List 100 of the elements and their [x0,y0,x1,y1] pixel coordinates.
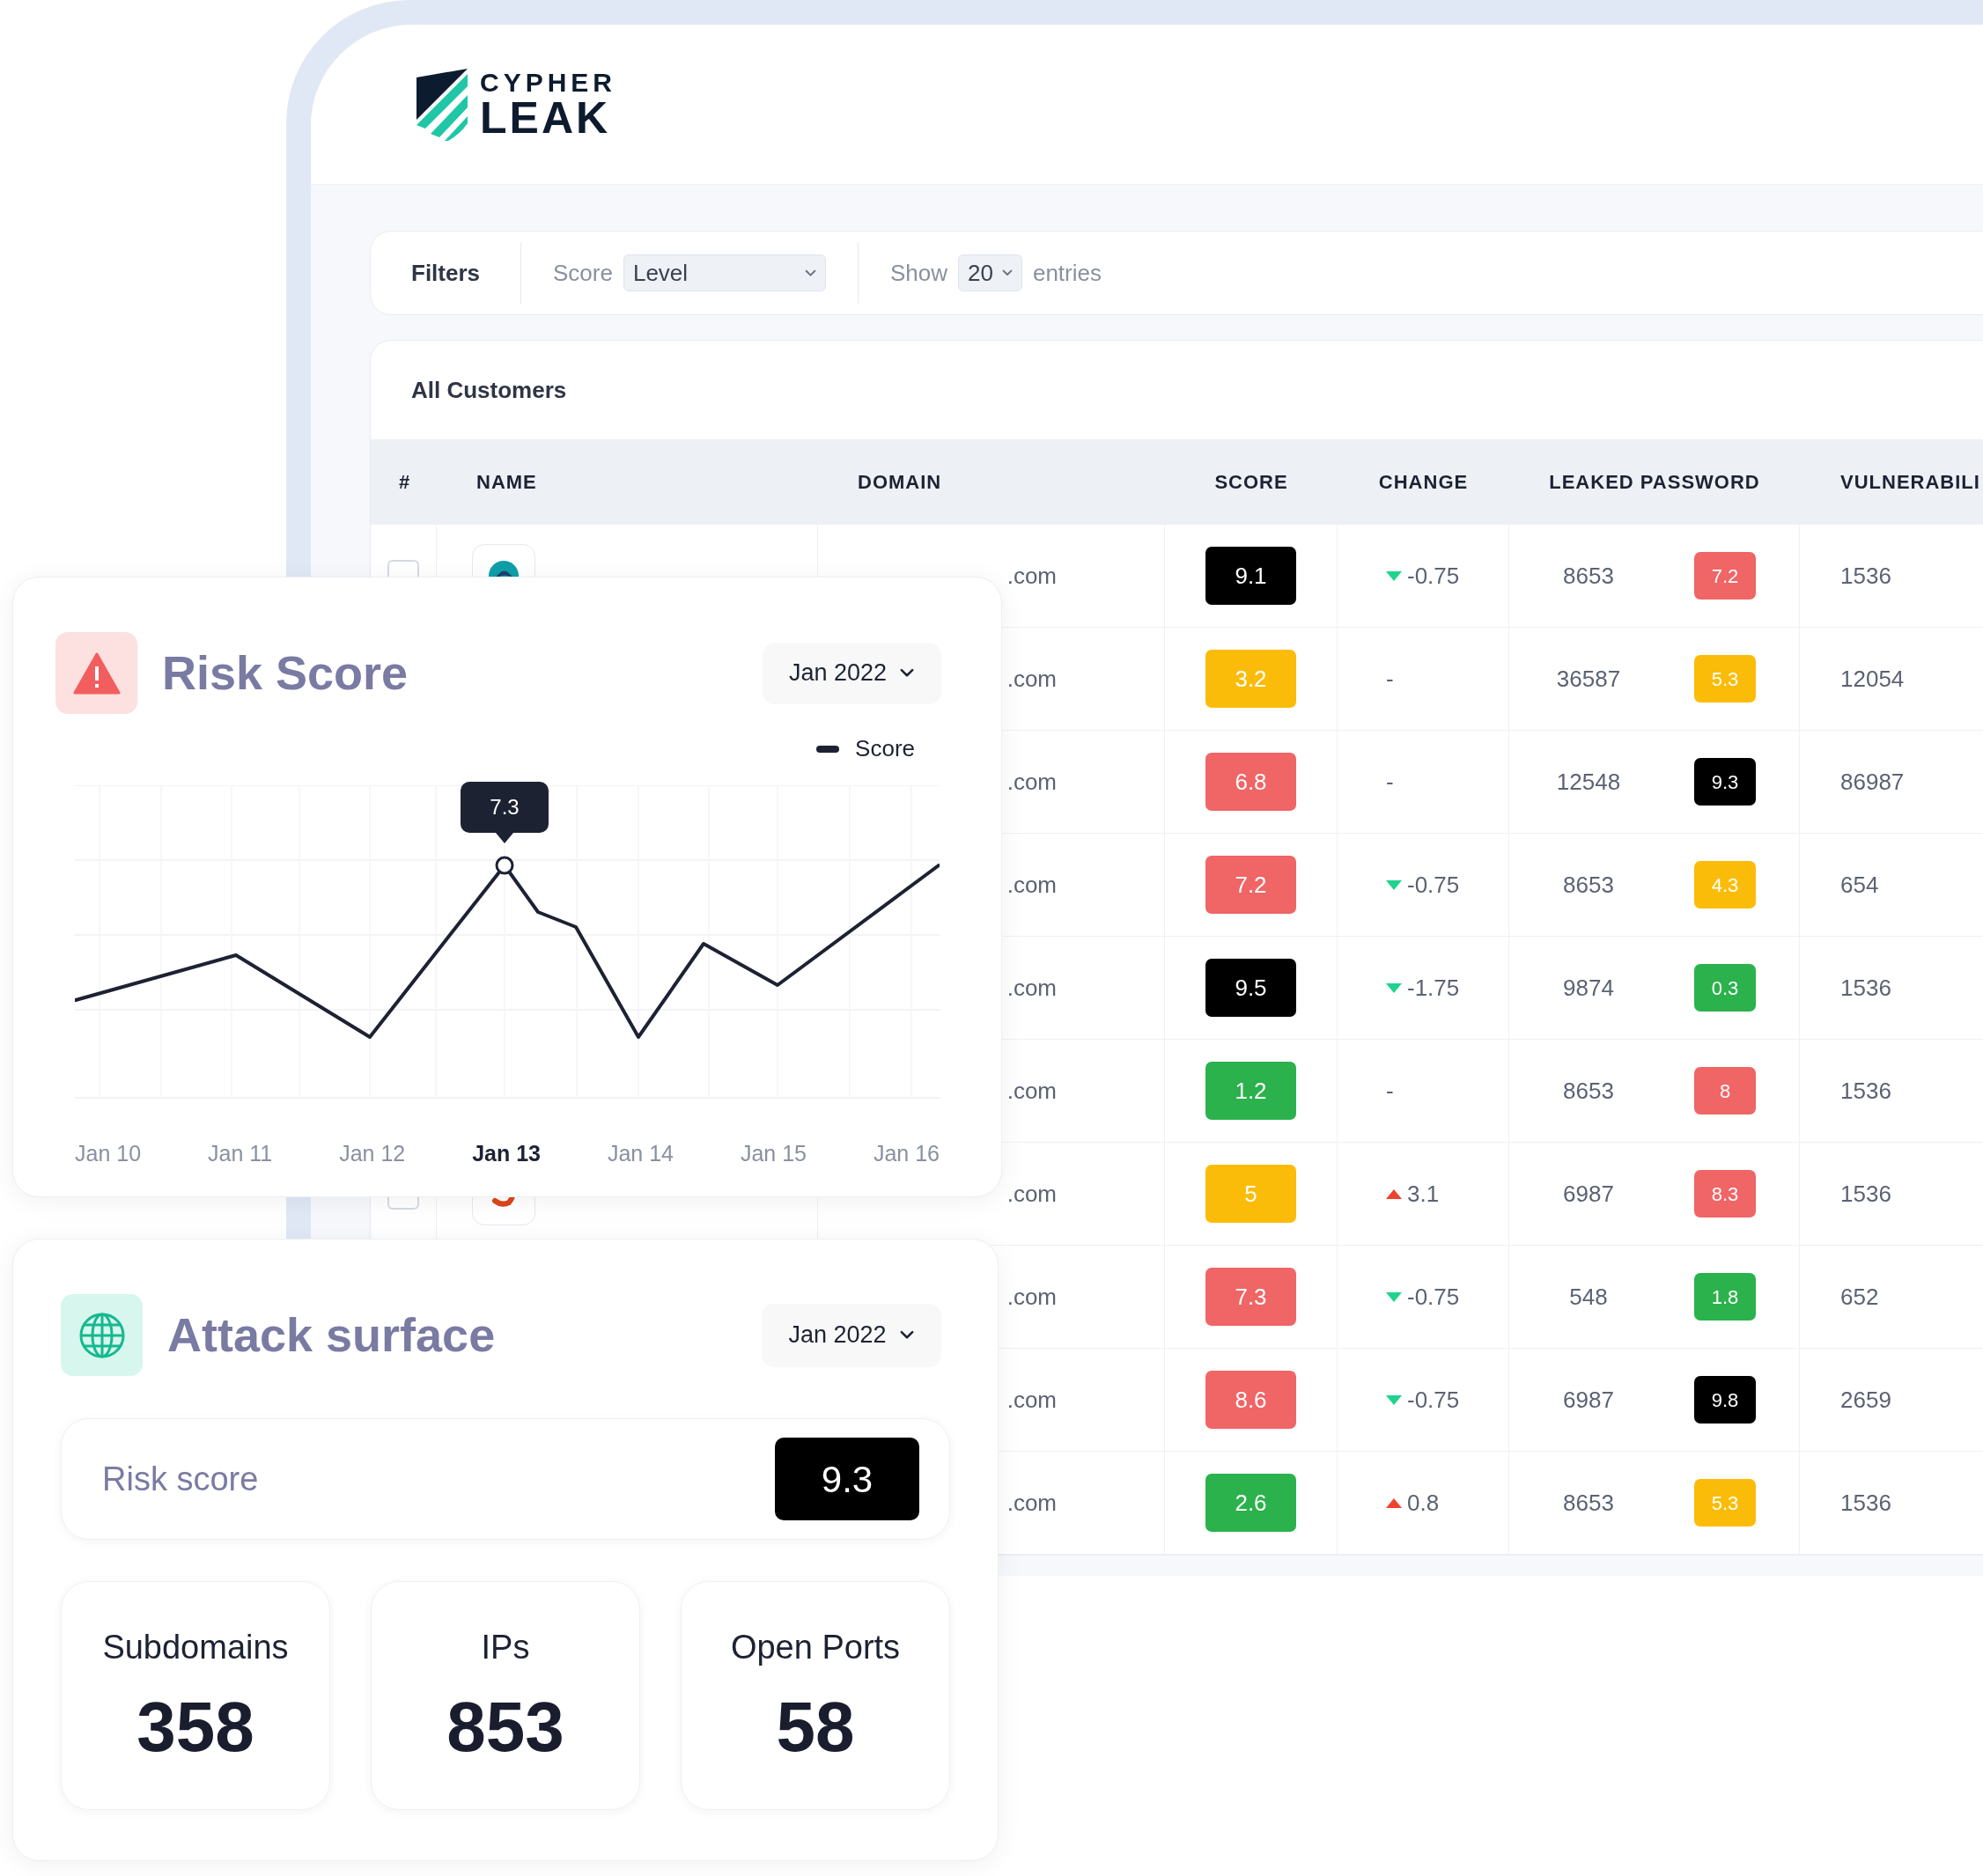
entries-label: entries [1032,258,1102,288]
chart-tooltip: 7.3 [461,782,549,833]
logo-text: LEAK [480,95,612,140]
vulnerability-count: 86987 [1840,767,1905,797]
vulnerability-count: 1536 [1840,1488,1891,1518]
axis-label: Jan 12 [339,1140,406,1167]
score-badge: 7.2 [1694,552,1756,600]
triangle-up-icon [1386,1497,1402,1508]
show-label: Show [889,258,947,288]
change-value: -0.75 [1407,870,1460,900]
leaked-count: 8653 [1562,870,1615,900]
stat-label: IPs [481,1628,530,1667]
score-badge: 9.3 [1694,758,1756,806]
leaked-count: 548 [1568,1282,1609,1312]
score-badge: 0.3 [1694,964,1756,1012]
stat-value: 358 [136,1692,254,1762]
triangle-down-icon [1386,570,1402,581]
leaked-count: 9874 [1562,973,1615,1003]
score-badge: 4.3 [1694,861,1756,909]
domain-text: .com [1006,664,1057,694]
triangle-down-icon [1386,982,1402,993]
vulnerability-count: 652 [1840,1282,1879,1312]
vulnerability-count: 654 [1840,870,1879,900]
filters-label: Filters [410,258,482,288]
domain-text: .com [1006,1076,1057,1106]
leaked-count: 36587 [1555,664,1622,694]
axis-label: Jan 15 [740,1140,807,1167]
vulnerability-count: 1536 [1840,1076,1891,1106]
warning-icon [55,632,137,714]
score-badge: 7.3 [1205,1268,1296,1326]
score-select[interactable]: Level [623,254,826,291]
score-badge: 7.2 [1205,856,1296,914]
score-badge: 9.5 [1205,959,1296,1017]
domain-text: .com [1006,1385,1057,1415]
triangle-up-icon [1386,1188,1402,1199]
stat-value: 853 [446,1692,564,1762]
score-badge: 5.3 [1694,1479,1756,1527]
change-value: 3.1 [1407,1179,1440,1209]
risk-score-label: Risk score [102,1459,259,1499]
score-badge: 9.8 [1694,1376,1756,1424]
stat-label: Open Ports [730,1628,901,1667]
column-header: NAME [475,470,538,495]
change-value: - [1386,767,1394,797]
domain-text: .com [1006,1488,1057,1518]
vulnerability-count: 12054 [1840,664,1905,694]
chevron-down-icon [804,269,816,277]
period-dropdown[interactable]: Jan 2022 [762,1303,941,1367]
entries-select[interactable]: 20 [958,254,1022,291]
column-header: # [398,470,412,495]
vulnerability-count: 1536 [1840,561,1891,591]
vulnerability-count: 1536 [1840,1179,1891,1209]
score-badge: 9.1 [1205,547,1296,605]
score-badge: 6.8 [1205,753,1296,811]
score-badge: 2.6 [1205,1474,1296,1532]
change-value: - [1386,1076,1394,1106]
score-badge: 8.3 [1694,1170,1756,1218]
triangle-down-icon [1386,879,1402,890]
score-badge: 1.8 [1694,1273,1756,1321]
triangle-down-icon [1386,1394,1402,1405]
leaked-count: 6987 [1562,1385,1615,1415]
column-header: VULNERABILI [1839,470,1980,495]
risk-score-badge: 9.3 [775,1438,919,1520]
change-value: -1.75 [1407,973,1460,1003]
domain-text: .com [1006,1282,1057,1312]
domain-text: .com [1006,973,1057,1003]
row-checkbox[interactable] [387,1197,419,1210]
change-value: -0.75 [1407,561,1460,591]
score-badge: 5 [1205,1165,1296,1223]
card-title: Risk Score [162,645,409,701]
axis-label: Jan 11 [208,1140,273,1167]
score-badge: 5.3 [1694,655,1756,703]
period-dropdown[interactable]: Jan 2022 [763,642,941,704]
score-badge: 8.6 [1205,1371,1296,1429]
axis-label: Jan 16 [873,1140,940,1167]
column-header: LEAKED PASSWORD [1548,470,1761,495]
axis-label: Jan 14 [607,1140,674,1167]
leaked-count: 6987 [1562,1179,1615,1209]
leaked-count: 8653 [1562,561,1615,591]
logo-text: CYPHER [480,69,617,96]
globe-icon [61,1294,143,1376]
card-title: Attack surface [167,1307,496,1363]
vulnerability-count: 1536 [1840,973,1891,1003]
chevron-down-icon [898,1330,915,1340]
column-header: DOMAIN [857,470,943,495]
domain-text: .com [1006,767,1057,797]
legend-label: Score [855,734,915,763]
score-badge: 8 [1694,1067,1756,1115]
leaked-count: 8653 [1562,1488,1615,1518]
axis-label: Jan 10 [75,1140,142,1167]
table-title: All Customers [411,375,567,405]
domain-text: .com [1006,1179,1057,1209]
stat-label: Subdomains [102,1628,289,1667]
score-label: Score [553,258,613,288]
row-checkbox[interactable] [387,560,419,577]
column-header: SCORE [1213,470,1289,495]
vulnerability-count: 2659 [1840,1385,1891,1415]
change-value: -0.75 [1407,1385,1460,1415]
domain-text: .com [1006,561,1057,591]
score-badge: 1.2 [1205,1062,1296,1120]
change-value: -0.75 [1407,1282,1460,1312]
